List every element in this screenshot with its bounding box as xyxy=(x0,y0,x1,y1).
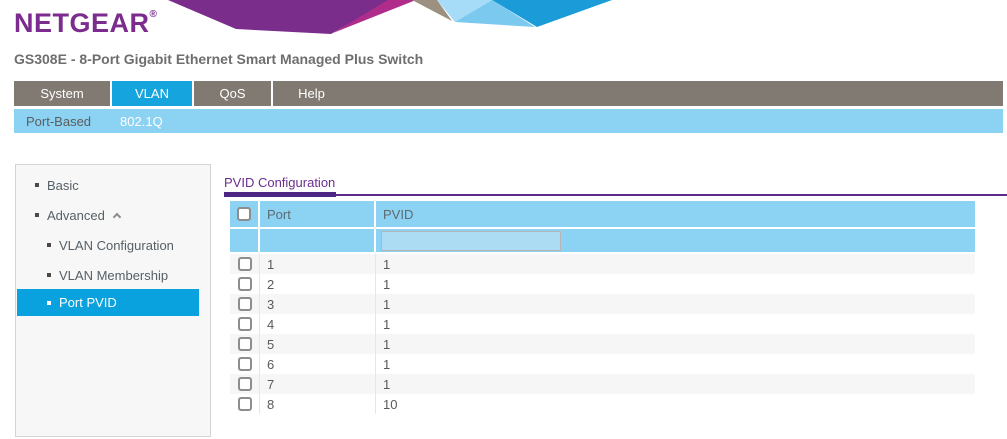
bullet-icon xyxy=(35,213,39,217)
pvid-table: Port PVID 1 1 2 1 3 1 xyxy=(230,201,975,414)
bullet-icon xyxy=(35,183,39,187)
port-cell: 5 xyxy=(260,334,376,354)
input-row-port-cell xyxy=(260,229,376,252)
row-checkbox-cell xyxy=(230,314,260,334)
row-checkbox[interactable] xyxy=(238,337,252,351)
column-header-port: Port xyxy=(260,201,376,227)
collapse-caret-icon xyxy=(113,213,121,221)
tab-qos[interactable]: QoS xyxy=(192,81,271,106)
bullet-icon xyxy=(47,243,51,247)
sidebar-item-vlan-membership[interactable]: VLAN Membership xyxy=(17,265,199,285)
table-row: 7 1 xyxy=(230,374,975,394)
input-row-checkbox-cell xyxy=(230,229,260,252)
subnav-item-port-based[interactable]: Port-Based xyxy=(14,114,103,129)
sidebar: Basic Advanced VLAN Configuration VLAN M… xyxy=(15,164,211,437)
table-input-row xyxy=(230,229,975,252)
pvid-cell: 1 xyxy=(376,354,975,374)
row-checkbox-cell xyxy=(230,374,260,394)
pvid-cell: 10 xyxy=(376,394,975,414)
sidebar-item-label: Advanced xyxy=(47,208,105,223)
table-row: 6 1 xyxy=(230,354,975,374)
table-row: 4 1 xyxy=(230,314,975,334)
device-title: GS308E - 8-Port Gigabit Ethernet Smart M… xyxy=(14,51,423,67)
title-rule xyxy=(224,194,1007,196)
row-checkbox-cell xyxy=(230,294,260,314)
row-checkbox[interactable] xyxy=(238,257,252,271)
header-decoration-polygons xyxy=(160,0,620,35)
table-row: 3 1 xyxy=(230,294,975,314)
select-all-checkbox[interactable] xyxy=(237,207,251,221)
pvid-cell: 1 xyxy=(376,254,975,274)
table-row: 5 1 xyxy=(230,334,975,354)
page: NETGEAR® GS308E - 8-Port Gigabit Etherne… xyxy=(0,0,1007,439)
pvid-input[interactable] xyxy=(381,231,561,251)
bullet-icon xyxy=(47,273,51,277)
sidebar-item-label: VLAN Configuration xyxy=(59,238,174,253)
pvid-cell: 1 xyxy=(376,374,975,394)
row-checkbox[interactable] xyxy=(238,317,252,331)
section-title: PVID Configuration xyxy=(224,175,335,190)
bullet-icon xyxy=(47,301,51,305)
subnav-item-8021q[interactable]: 802.1Q xyxy=(103,114,175,129)
main-nav: System VLAN QoS Help xyxy=(14,81,1003,106)
pvid-cell: 1 xyxy=(376,274,975,294)
port-cell: 7 xyxy=(260,374,376,394)
input-row-pvid-cell xyxy=(376,229,975,252)
title-rule-accent xyxy=(224,192,336,197)
port-cell: 2 xyxy=(260,274,376,294)
tab-system[interactable]: System xyxy=(14,81,110,106)
sidebar-item-port-pvid[interactable]: Port PVID xyxy=(17,289,199,316)
table-row: 2 1 xyxy=(230,274,975,294)
port-cell: 1 xyxy=(260,254,376,274)
pvid-cell: 1 xyxy=(376,334,975,354)
sidebar-item-basic[interactable]: Basic xyxy=(17,175,199,195)
row-checkbox-cell xyxy=(230,354,260,374)
tab-help[interactable]: Help xyxy=(271,81,350,106)
row-checkbox[interactable] xyxy=(238,357,252,371)
table-header-row: Port PVID xyxy=(230,201,975,227)
table-row: 8 10 xyxy=(230,394,975,414)
pvid-cell: 1 xyxy=(376,294,975,314)
row-checkbox[interactable] xyxy=(238,377,252,391)
sidebar-item-label: VLAN Membership xyxy=(59,268,168,283)
header-checkbox-cell xyxy=(230,201,260,227)
row-checkbox[interactable] xyxy=(238,277,252,291)
sidebar-item-advanced[interactable]: Advanced xyxy=(17,205,199,225)
row-checkbox-cell xyxy=(230,394,260,414)
tab-vlan[interactable]: VLAN xyxy=(110,81,192,106)
sub-nav: Port-Based 802.1Q xyxy=(14,109,1003,133)
port-cell: 8 xyxy=(260,394,376,414)
row-checkbox-cell xyxy=(230,274,260,294)
sidebar-item-label: Port PVID xyxy=(59,295,117,310)
row-checkbox[interactable] xyxy=(238,397,252,411)
sidebar-item-label: Basic xyxy=(47,178,79,193)
port-cell: 6 xyxy=(260,354,376,374)
port-cell: 4 xyxy=(260,314,376,334)
netgear-logo-text: NETGEAR xyxy=(14,8,150,38)
table-row: 1 1 xyxy=(230,254,975,274)
sidebar-item-vlan-configuration[interactable]: VLAN Configuration xyxy=(17,235,199,255)
port-cell: 3 xyxy=(260,294,376,314)
pvid-cell: 1 xyxy=(376,314,975,334)
column-header-pvid: PVID xyxy=(376,201,975,227)
netgear-logo: NETGEAR® xyxy=(14,8,157,39)
row-checkbox-cell xyxy=(230,334,260,354)
table-body: 1 1 2 1 3 1 4 1 5 1 xyxy=(230,254,975,414)
registered-trademark: ® xyxy=(150,9,158,20)
row-checkbox[interactable] xyxy=(238,297,252,311)
row-checkbox-cell xyxy=(230,254,260,274)
